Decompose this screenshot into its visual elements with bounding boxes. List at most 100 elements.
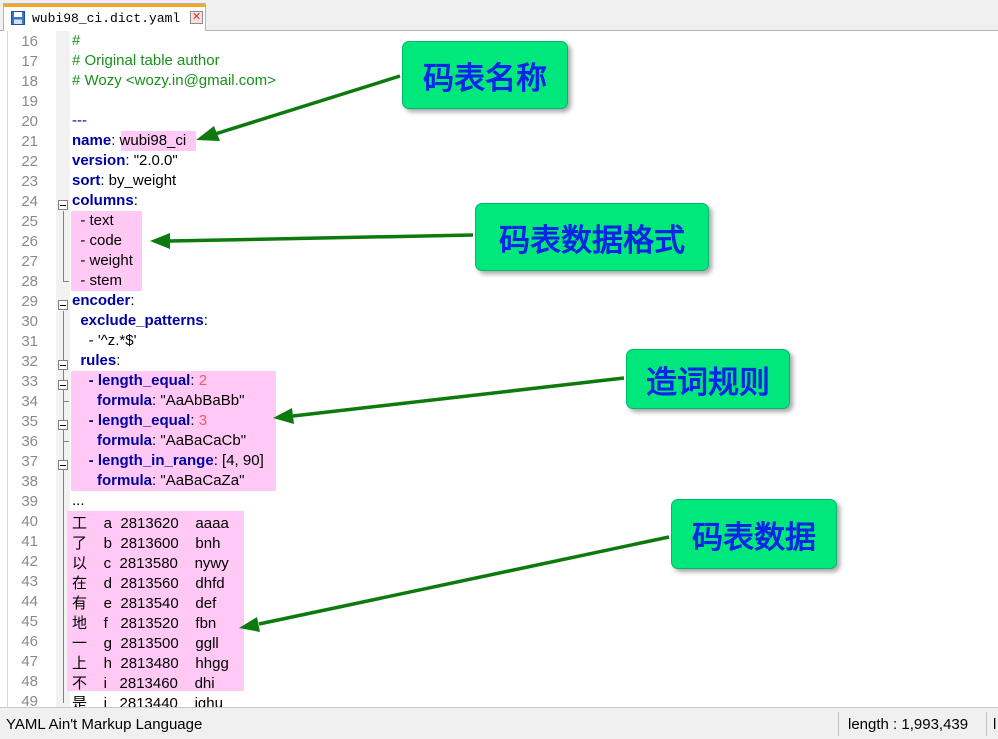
- code-token: :: [133, 192, 138, 209]
- code-line: 36 formula: "AaBaCaCb": [0, 431, 998, 451]
- close-icon[interactable]: ✕: [190, 11, 203, 24]
- code-token: 了 b 2813600 bnh: [72, 535, 221, 552]
- line-number: 21: [21, 133, 38, 150]
- code-text: 上 h 2813480 hhgg: [72, 652, 229, 673]
- code-line: 47 上 h 2813480 hhgg: [0, 651, 998, 673]
- code-line: 42 以 c 2813580 nywy: [0, 551, 998, 573]
- line-number: 26: [21, 233, 38, 250]
- code-line: 44 有 e 2813540 def: [0, 591, 998, 613]
- line-number: 27: [21, 253, 38, 270]
- code-token: columns: [72, 192, 134, 209]
- line-number: 45: [21, 613, 38, 630]
- annotation-table-name: 码表名称: [402, 41, 568, 109]
- code-token: - weight: [72, 252, 133, 269]
- code-text: 不 i 2813460 dhi: [72, 672, 215, 693]
- code-text: 是 j 2813440 jghu: [72, 692, 223, 707]
- code-text: 在 d 2813560 dhfd: [72, 572, 225, 593]
- code-text: - weight: [72, 252, 133, 269]
- code-token: sort: [72, 172, 101, 189]
- code-token: 一 g 2813500 ggll: [72, 635, 219, 652]
- code-token: version: [72, 152, 126, 169]
- line-number: 49: [21, 693, 38, 707]
- code-token: : [4, 90]: [213, 452, 264, 469]
- line-number: 44: [21, 593, 38, 610]
- code-token: :: [190, 412, 199, 429]
- line-number: 36: [21, 433, 38, 450]
- line-number: 19: [21, 93, 38, 110]
- line-number: 34: [21, 393, 38, 410]
- code-line: 40 工 a 2813620 aaaa: [0, 511, 998, 532]
- code-text: name: wubi98_ci: [72, 132, 186, 149]
- code-text: 地 f 2813520 fbn: [72, 612, 216, 633]
- line-number: 22: [21, 153, 38, 170]
- line-number: 23: [21, 173, 38, 190]
- code-token: : "AaBaCaZa": [152, 472, 245, 489]
- code-line: 35 - length_equal: 3: [0, 411, 998, 431]
- code-token: - stem: [72, 272, 123, 289]
- status-bar: YAML Ain't Markup Language length : 1,99…: [0, 707, 998, 739]
- line-number: 31: [21, 333, 38, 350]
- code-token: 在 d 2813560 dhfd: [72, 575, 225, 592]
- line-number: 48: [21, 673, 38, 690]
- code-line: 39...: [0, 491, 998, 511]
- line-number: 46: [21, 633, 38, 650]
- line-number: 16: [21, 33, 38, 50]
- code-line: 46 一 g 2813500 ggll: [0, 631, 998, 652]
- line-number: 37: [21, 453, 38, 470]
- code-text: columns:: [72, 192, 138, 209]
- code-line: 20 ---: [0, 111, 998, 131]
- line-number: 35: [21, 413, 38, 430]
- code-line: 41 了 b 2813600 bnh: [0, 531, 998, 552]
- code-text: 有 e 2813540 def: [72, 592, 216, 613]
- annotation-word-rules: 造词规则: [626, 349, 790, 409]
- code-token: formula: [97, 432, 153, 449]
- code-line: 22 version: "2.0.0": [0, 151, 998, 171]
- code-editor[interactable]: 16 #17 # Original table author 18 # Wozy <wo…: [0, 31, 998, 707]
- code-token: 3: [198, 412, 208, 429]
- code-token: # Original table author: [72, 52, 220, 69]
- code-line: 49 是 j 2813440 jghu: [0, 691, 998, 707]
- code-text: - code: [72, 232, 122, 249]
- line-number: 20: [21, 113, 38, 130]
- line-number: 39: [21, 493, 38, 510]
- code-token: - length_in_range: [88, 452, 214, 469]
- annotation-table-data: 码表数据: [671, 499, 837, 569]
- line-number: 25: [21, 213, 38, 230]
- code-line: 32 rules:: [0, 351, 998, 371]
- line-number: 40: [21, 513, 38, 530]
- code-token: #: [72, 32, 81, 49]
- save-disk-icon: [11, 11, 25, 25]
- line-number: 33: [21, 373, 38, 390]
- status-next-field: l: [993, 716, 997, 733]
- code-text: formula: "AaBaCaZa": [72, 472, 244, 489]
- code-token: : "AaAbBaBb": [152, 392, 245, 409]
- code-token: : by_weight: [100, 172, 177, 189]
- annotation-data-format: 码表数据格式: [475, 203, 709, 271]
- code-token: : "AaBaCaCb": [152, 432, 247, 449]
- code-line: 38 formula: "AaBaCaZa": [0, 471, 998, 491]
- code-text: - length_equal: 2: [72, 372, 207, 389]
- code-token: : "2.0.0": [125, 152, 178, 169]
- code-token: - code: [72, 232, 123, 249]
- code-token: :: [203, 312, 208, 329]
- code-token: 工 a 2813620 aaaa: [72, 515, 229, 532]
- tab-title: wubi98_ci.dict.yaml: [32, 11, 181, 26]
- code-token: :: [190, 372, 199, 389]
- line-number: 30: [21, 313, 38, 330]
- code-token: :: [116, 352, 121, 369]
- code-text: version: "2.0.0": [72, 152, 178, 169]
- code-token: - '^z.*$': [72, 332, 137, 349]
- code-text: 以 c 2813580 nywy: [72, 552, 229, 573]
- code-line: 31 - '^z.*$': [0, 331, 998, 351]
- code-token: 是 j 2813440 jghu: [72, 695, 223, 707]
- line-number: 28: [21, 273, 38, 290]
- file-tab[interactable]: wubi98_ci.dict.yaml ✕: [3, 3, 206, 31]
- code-token: exclude_patterns: [80, 312, 204, 329]
- line-number: 17: [21, 53, 38, 70]
